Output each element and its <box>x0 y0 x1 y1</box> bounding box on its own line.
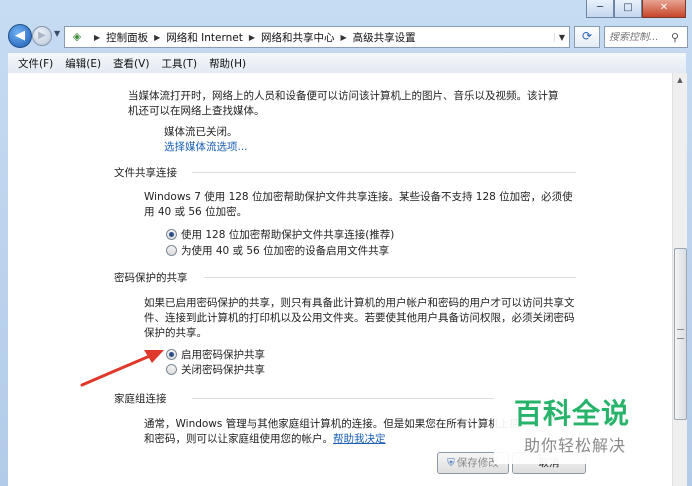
homegroup-description-line2: 和密码，则可以让家庭组使用您的帐户。帮助我决定 <box>144 431 386 446</box>
control-panel-icon: ◈ <box>72 30 82 43</box>
menu-help[interactable]: 帮助(H) <box>209 56 246 71</box>
forward-button[interactable]: ▶ <box>32 26 52 46</box>
breadcrumb-advanced-sharing[interactable]: 高级共享设置 <box>353 30 416 45</box>
address-dropdown-icon[interactable]: ▼ <box>554 32 569 42</box>
watermark: 百科全说 助你轻松解决 <box>494 384 670 464</box>
annotation-arrow-icon <box>80 350 164 387</box>
refresh-button[interactable]: ⟳ <box>574 26 600 48</box>
radio-40-56bit-encryption[interactable]: 为使用 40 或 56 位加密的设备启用文件共享 <box>166 243 389 258</box>
back-button[interactable]: ◀ <box>8 24 32 48</box>
search-icon[interactable]: ⚲ <box>671 31 679 44</box>
vertical-scrollbar[interactable]: ▲ <box>672 73 687 486</box>
homegroup-description: 通常，Windows 管理与其他家庭组计算机的连接。但是如果您在所有计算机上拥 <box>144 418 520 430</box>
navigation-bar: ◀ ▶ ▼ ◈ ▶ 控制面板 ▶ 网络和 Internet ▶ 网络和共享中心 … <box>0 24 692 50</box>
minimize-button[interactable]: ─ <box>586 0 614 18</box>
watermark-subtitle: 助你轻松解决 <box>524 436 627 455</box>
radio-label: 为使用 40 或 56 位加密的设备启用文件共享 <box>181 245 390 257</box>
breadcrumb-separator-icon[interactable]: ▶ <box>243 33 261 42</box>
media-streaming-options-link[interactable]: 选择媒体流选项... <box>164 139 248 154</box>
maximize-button[interactable]: □ <box>614 0 642 18</box>
radio-disable-password-sharing[interactable]: 关闭密码保护共享 <box>166 362 265 377</box>
media-streaming-description: 当媒体流打开时，网络上的人员和设备便可以访问该计算机上的图片、音乐以及视频。该计… <box>128 90 559 117</box>
save-changes-label: 保存修改 <box>456 457 499 469</box>
scrollbar-thumb[interactable] <box>674 248 687 420</box>
breadcrumb-separator-icon[interactable]: ▶ <box>88 33 106 42</box>
breadcrumb-separator-icon[interactable]: ▶ <box>148 33 166 42</box>
menu-tools[interactable]: 工具(T) <box>161 56 197 71</box>
radio-label: 启用密码保护共享 <box>181 349 265 361</box>
file-sharing-description: Windows 7 使用 128 位加密帮助保护文件共享连接。某些设备不支持 1… <box>144 191 573 218</box>
menu-file[interactable]: 文件(F) <box>18 56 53 71</box>
password-sharing-heading: 密码保护的共享 <box>114 272 188 284</box>
help-me-decide-link[interactable]: 帮助我决定 <box>333 433 386 445</box>
watermark-title: 百科全说 <box>514 397 631 430</box>
breadcrumb-control-panel[interactable]: 控制面板 <box>106 30 148 45</box>
search-input[interactable] <box>605 31 671 43</box>
password-sharing-description: 如果已启用密码保护的共享，则只有具备此计算机的用户帐户和密码的用户才可以访问共享… <box>144 297 575 339</box>
menu-bar: 文件(F) 编辑(E) 查看(V) 工具(T) 帮助(H) <box>8 52 686 74</box>
section-divider <box>192 172 576 173</box>
radio-enable-password-sharing[interactable]: 启用密码保护共享 <box>166 347 265 362</box>
radio-128bit-encryption[interactable]: 使用 128 位加密帮助保护文件共享连接(推荐) <box>166 227 394 242</box>
recent-pages-dropdown[interactable]: ▼ <box>54 29 60 38</box>
media-streaming-status: 媒体流已关闭。 <box>164 126 238 138</box>
section-divider <box>204 277 576 278</box>
uac-shield-icon: ⛨ <box>447 458 455 469</box>
menu-edit[interactable]: 编辑(E) <box>65 56 101 71</box>
radio-label: 关闭密码保护共享 <box>181 364 265 376</box>
homegroup-description-text: 和密码，则可以让家庭组使用您的帐户。 <box>144 433 333 445</box>
address-bar[interactable]: ◈ ▶ 控制面板 ▶ 网络和 Internet ▶ 网络和共享中心 ▶ 高级共享… <box>64 26 570 48</box>
file-sharing-heading: 文件共享连接 <box>114 167 177 179</box>
caption-buttons: ─ □ ✕ <box>586 0 686 18</box>
scroll-up-icon[interactable]: ▲ <box>673 73 687 87</box>
breadcrumb-network-internet[interactable]: 网络和 Internet <box>166 30 243 45</box>
close-button[interactable]: ✕ <box>642 0 686 18</box>
search-box[interactable]: ⚲ <box>604 26 688 48</box>
breadcrumb-network-sharing-center[interactable]: 网络和共享中心 <box>261 30 335 45</box>
homegroup-heading: 家庭组连接 <box>114 393 167 405</box>
breadcrumb-separator-icon[interactable]: ▶ <box>335 33 353 42</box>
radio-label: 使用 128 位加密帮助保护文件共享连接(推荐) <box>181 229 395 241</box>
radio-unchecked-icon[interactable] <box>166 245 177 256</box>
radio-checked-icon[interactable] <box>166 229 177 240</box>
menu-view[interactable]: 查看(V) <box>113 56 149 71</box>
grip-icon <box>677 329 684 339</box>
